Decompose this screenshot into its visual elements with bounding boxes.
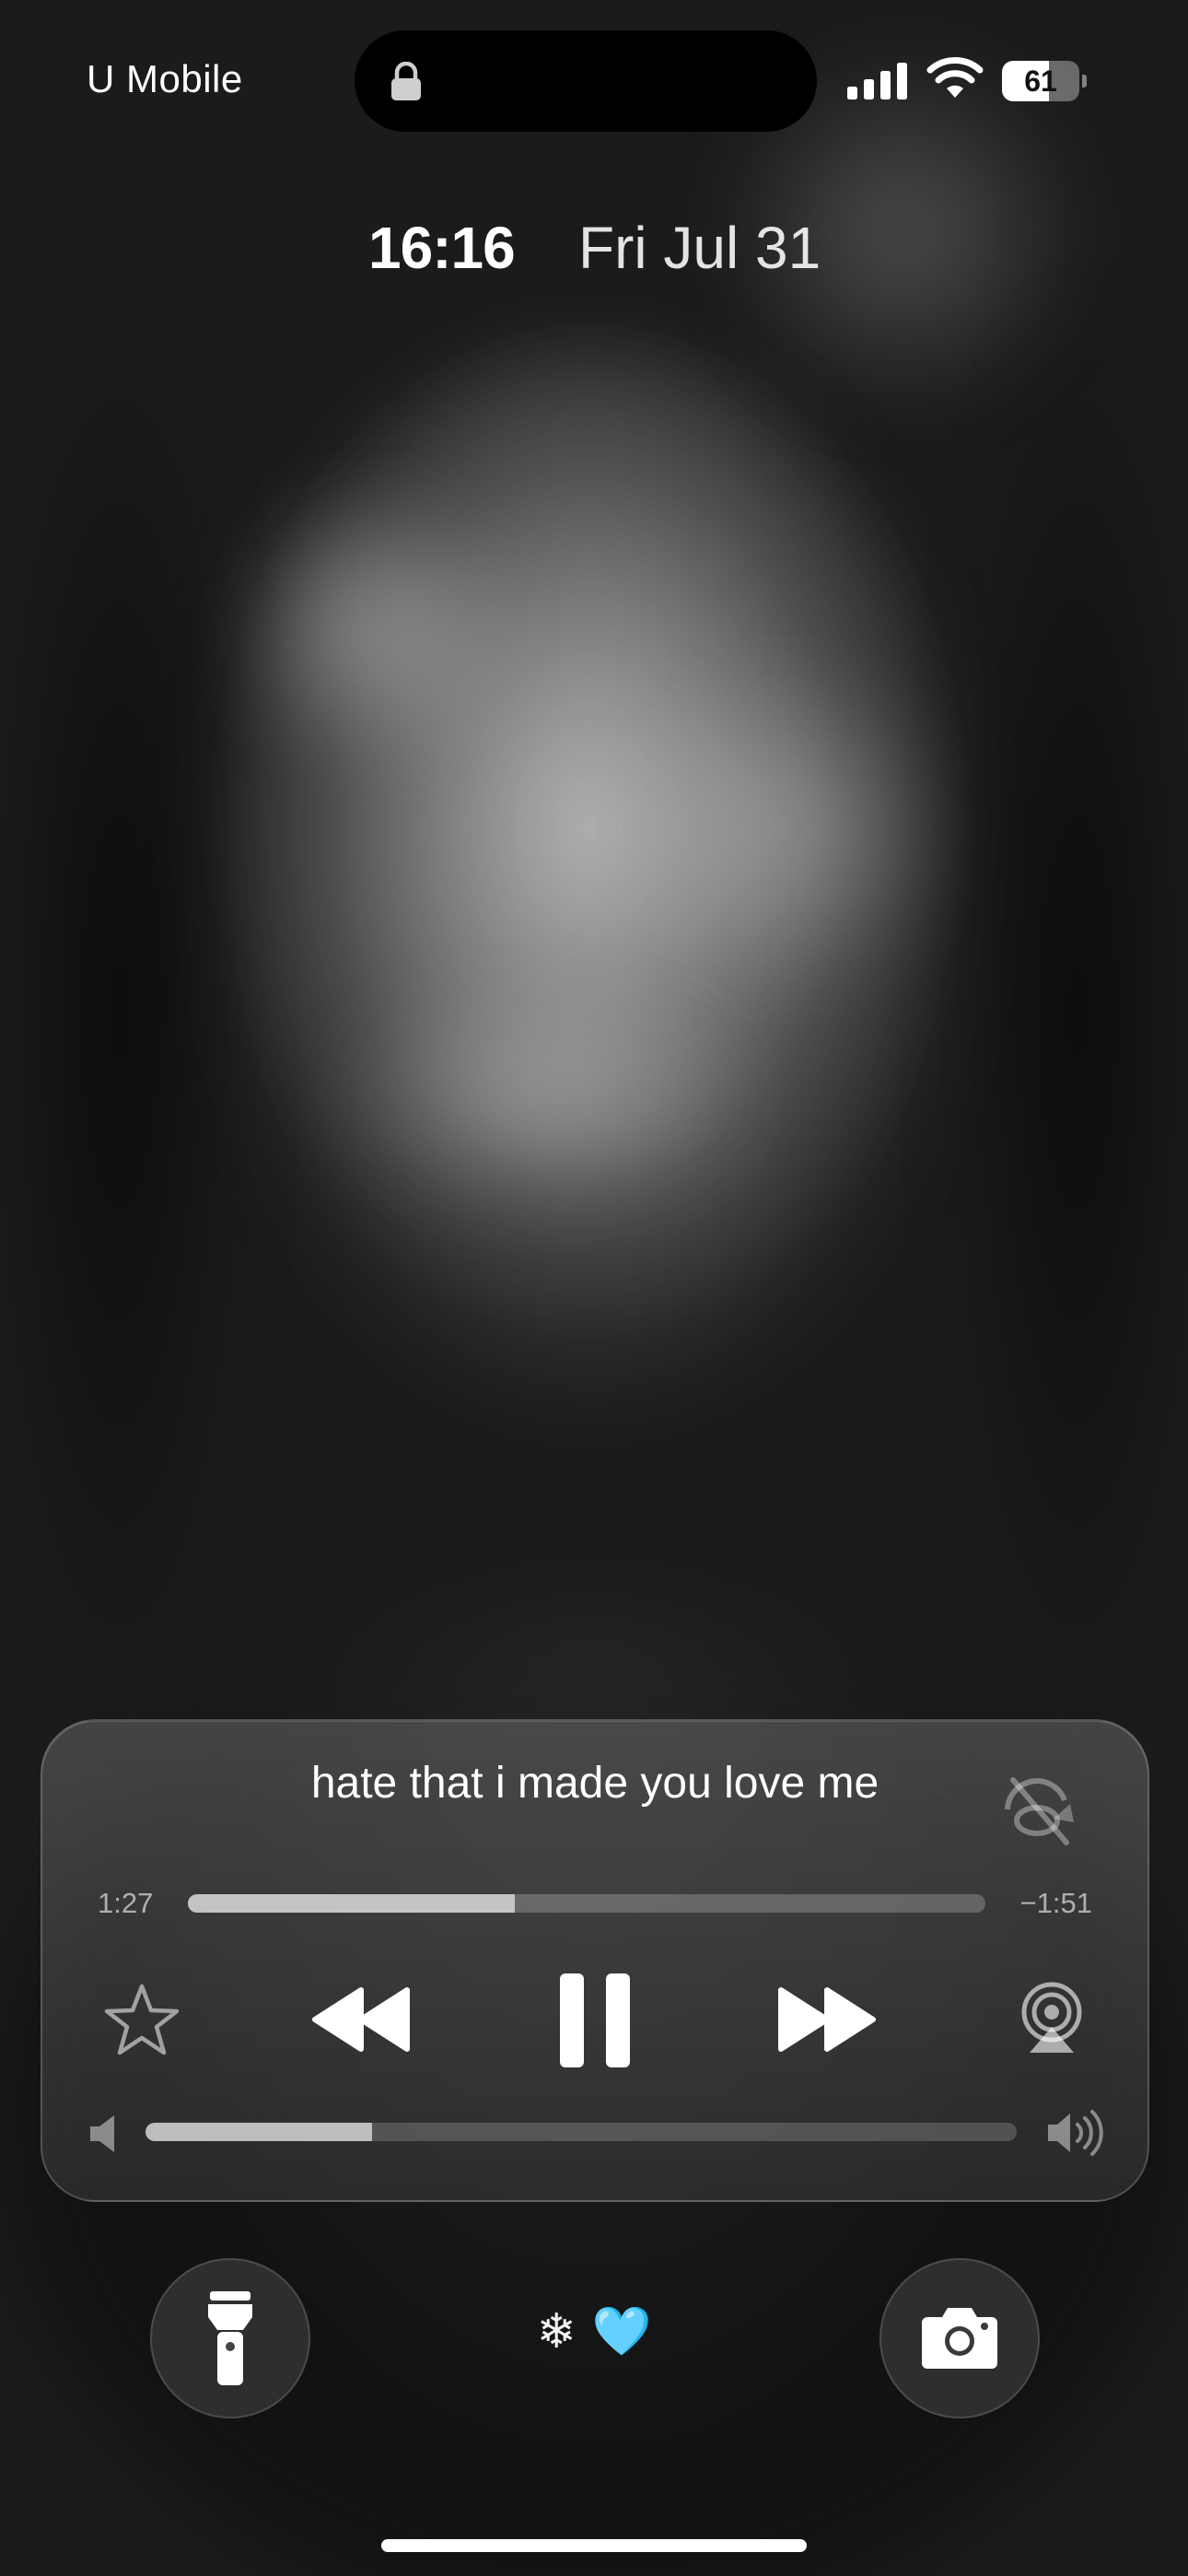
camera-icon <box>922 2308 997 2369</box>
playback-controls <box>42 1970 1147 2071</box>
elapsed-time: 1:27 <box>98 1887 154 1919</box>
signal-icon <box>847 63 907 100</box>
clock-date: Fri Jul 31 <box>578 215 821 281</box>
battery-icon: 61 <box>1002 61 1087 101</box>
dynamic-island[interactable] <box>355 30 817 132</box>
forward-icon[interactable] <box>775 1985 879 2055</box>
battery-percent: 61 <box>1024 64 1057 98</box>
speaker-high-icon <box>1048 2110 1103 2156</box>
lock-icon <box>391 62 421 100</box>
carrier-name: U Mobile <box>87 57 243 100</box>
lock-screen: U Mobile 61 16:16 Fri Jul 31 hate that i… <box>0 0 1188 2576</box>
playback-progress <box>188 1894 516 1913</box>
clock-time: 16:16 <box>368 215 516 281</box>
speaker-low-icon <box>90 2115 114 2152</box>
clock-row: 16:16 Fri Jul 31 <box>0 214 1188 287</box>
wifi-icon <box>926 57 984 98</box>
rewind-icon[interactable] <box>309 1985 413 2055</box>
lyrics-off-icon[interactable] <box>1000 1773 1079 1846</box>
star-icon[interactable] <box>103 1981 181 2058</box>
remaining-time: −1:51 <box>1019 1887 1092 1919</box>
playback-scrubber[interactable] <box>188 1894 985 1913</box>
now-playing-widget[interactable]: hate that i made you love me 1:27 −1:51 <box>41 1719 1149 2202</box>
volume-level <box>146 2123 372 2141</box>
light-blue-heart-emoji: 🩵 <box>591 2304 652 2359</box>
camera-button[interactable] <box>879 2258 1040 2418</box>
pause-icon[interactable] <box>556 1970 634 2071</box>
song-title[interactable]: hate that i made you love me <box>42 1758 1147 1809</box>
airplay-icon[interactable] <box>1019 1981 1085 2055</box>
home-indicator[interactable] <box>381 2539 807 2552</box>
snowflake-emoji: ❄ <box>536 2304 577 2359</box>
volume-slider[interactable] <box>146 2123 1017 2141</box>
status-bar: U Mobile 61 <box>0 0 1188 157</box>
